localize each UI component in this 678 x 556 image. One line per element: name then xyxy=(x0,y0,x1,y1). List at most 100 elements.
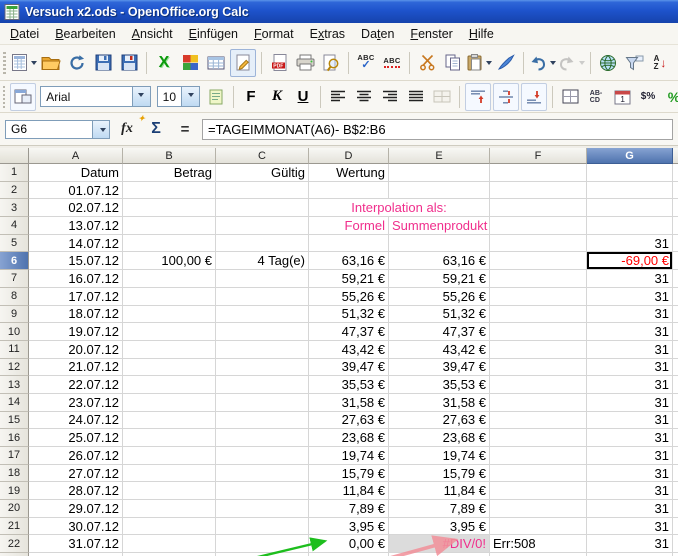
cell-E18[interactable]: 15,79 € xyxy=(389,465,490,483)
cell-C3[interactable] xyxy=(216,199,309,217)
row-header-12[interactable]: 12 xyxy=(0,359,29,377)
cell-A3[interactable]: 02.07.12 xyxy=(29,199,123,217)
cell-G12[interactable]: 31 xyxy=(587,359,673,377)
row-header-16[interactable]: 16 xyxy=(0,429,29,447)
row-header-5[interactable]: 5 xyxy=(0,235,29,253)
cell-A8[interactable]: 17.07.12 xyxy=(29,288,123,306)
cell-E20[interactable]: 7,89 € xyxy=(389,500,490,518)
cell-D1[interactable]: Wertung xyxy=(309,164,389,182)
cell-B14[interactable] xyxy=(123,394,216,412)
row-header-8[interactable]: 8 xyxy=(0,288,29,306)
cell-F5[interactable] xyxy=(490,235,587,253)
cell-A10[interactable]: 19.07.12 xyxy=(29,323,123,341)
cell-D6[interactable]: 63,16 € xyxy=(309,252,389,270)
cell-E10[interactable]: 47,37 € xyxy=(389,323,490,341)
row-header-20[interactable]: 20 xyxy=(0,500,29,518)
cell-F12[interactable] xyxy=(490,359,587,377)
font-name-combobox[interactable]: Arial xyxy=(40,86,150,107)
cell-G14[interactable]: 31 xyxy=(587,394,673,412)
cell-F6[interactable] xyxy=(490,252,587,270)
cell-F18[interactable] xyxy=(490,465,587,483)
cell-E4[interactable]: Summenprodukt xyxy=(389,217,490,235)
cell-A11[interactable]: 20.07.12 xyxy=(29,341,123,359)
column-header-A[interactable]: A xyxy=(29,148,123,164)
column-header-E[interactable]: E xyxy=(389,148,490,164)
name-box[interactable]: G6 xyxy=(5,120,93,139)
column-header-F[interactable]: F xyxy=(490,148,587,164)
cell-B3[interactable] xyxy=(123,199,216,217)
menu-hilfe[interactable]: Hilfe xyxy=(461,23,502,44)
cell-D19[interactable]: 11,84 € xyxy=(309,482,389,500)
cell-G13[interactable]: 31 xyxy=(587,376,673,394)
cell-A14[interactable]: 23.07.12 xyxy=(29,394,123,412)
menu-format[interactable]: Format xyxy=(246,23,302,44)
row-header-14[interactable]: 14 xyxy=(0,394,29,412)
cell-G7[interactable]: 31 xyxy=(587,270,673,288)
cell-B9[interactable] xyxy=(123,306,216,324)
cell-G4[interactable] xyxy=(587,217,673,235)
toolbar-grip[interactable] xyxy=(3,86,5,108)
color-palette-button[interactable] xyxy=(178,50,202,76)
font-size-combobox[interactable]: 10 xyxy=(157,86,200,107)
cell-E19[interactable]: 11,84 € xyxy=(389,482,490,500)
cell-F9[interactable] xyxy=(490,306,587,324)
cell-C2[interactable] xyxy=(216,182,309,200)
cell-B17[interactable] xyxy=(123,447,216,465)
cell-E14[interactable]: 31,58 € xyxy=(389,394,490,412)
date-format-button[interactable]: 1 xyxy=(610,84,634,110)
italic-button[interactable]: K xyxy=(265,84,289,110)
cell-D16[interactable]: 23,68 € xyxy=(309,429,389,447)
row-header-18[interactable]: 18 xyxy=(0,465,29,483)
cell-A16[interactable]: 25.07.12 xyxy=(29,429,123,447)
cell-F2[interactable] xyxy=(490,182,587,200)
cell-C9[interactable] xyxy=(216,306,309,324)
column-header-C[interactable]: C xyxy=(216,148,309,164)
menu-einfuegen[interactable]: Einfügen xyxy=(181,23,246,44)
menu-daten[interactable]: Daten xyxy=(353,23,402,44)
cut-button[interactable] xyxy=(415,50,439,76)
row-header-1[interactable]: 1 xyxy=(0,164,29,182)
cell-A4[interactable]: 13.07.12 xyxy=(29,217,123,235)
cell-D3[interactable]: Interpolation als: xyxy=(309,199,490,217)
borders-button[interactable] xyxy=(558,84,582,110)
cell-C11[interactable] xyxy=(216,341,309,359)
cell-F7[interactable] xyxy=(490,270,587,288)
cell-G20[interactable]: 31 xyxy=(587,500,673,518)
cell-E11[interactable]: 43,42 € xyxy=(389,341,490,359)
cell-G19[interactable]: 31 xyxy=(587,482,673,500)
new-spreadsheet-button[interactable] xyxy=(11,50,37,76)
cell-B10[interactable] xyxy=(123,323,216,341)
cell-D21[interactable]: 3,95 € xyxy=(309,518,389,536)
cell-E22[interactable]: #DIV/0! xyxy=(389,535,490,553)
menu-fenster[interactable]: Fenster xyxy=(402,23,460,44)
cell-F20[interactable] xyxy=(490,500,587,518)
bold-button[interactable]: F xyxy=(239,84,263,110)
cell-D20[interactable]: 7,89 € xyxy=(309,500,389,518)
name-box-dropdown[interactable] xyxy=(93,120,110,139)
auto-spellcheck-button[interactable]: ABC xyxy=(380,50,404,76)
toolbar-grip[interactable] xyxy=(3,52,6,74)
menu-datei[interactable]: Datei xyxy=(2,23,47,44)
font-size-value[interactable]: 10 xyxy=(158,87,181,106)
hyperlink-button[interactable] xyxy=(596,50,620,76)
cell-A21[interactable]: 30.07.12 xyxy=(29,518,123,536)
cell-D2[interactable] xyxy=(309,182,389,200)
cell-D17[interactable]: 19,74 € xyxy=(309,447,389,465)
cell-C22[interactable] xyxy=(216,535,309,553)
row-header-7[interactable]: 7 xyxy=(0,270,29,288)
cell-D15[interactable]: 27,63 € xyxy=(309,412,389,430)
cell-G2[interactable] xyxy=(587,182,673,200)
cell-C4[interactable] xyxy=(216,217,309,235)
sort-ascending-button[interactable]: AZ ↓ xyxy=(648,50,672,76)
cell-C12[interactable] xyxy=(216,359,309,377)
cell-G18[interactable]: 31 xyxy=(587,465,673,483)
cell-A22[interactable]: 31.07.12 xyxy=(29,535,123,553)
column-header-G[interactable]: G xyxy=(587,148,673,164)
cell-A18[interactable]: 27.07.12 xyxy=(29,465,123,483)
menu-bearbeiten[interactable]: Bearbeiten xyxy=(47,23,123,44)
align-center-button[interactable] xyxy=(352,84,376,110)
cell-C16[interactable] xyxy=(216,429,309,447)
cell-A6[interactable]: 15.07.12 xyxy=(29,252,123,270)
cell-G3[interactable] xyxy=(587,199,673,217)
spellcheck-button[interactable]: ABC ✓ xyxy=(354,50,378,76)
